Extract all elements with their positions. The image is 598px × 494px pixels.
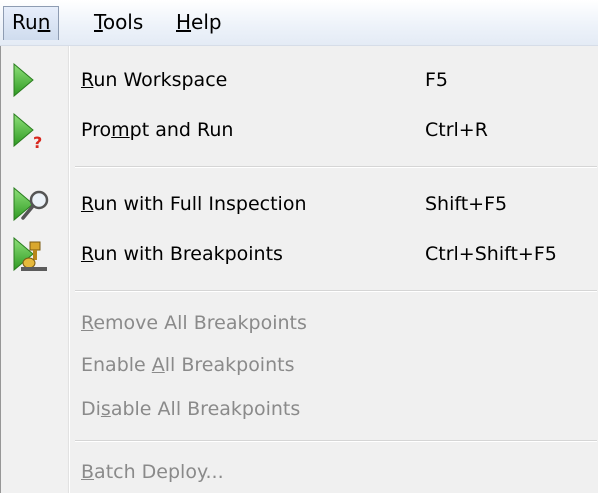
menu-item-shortcut: Ctrl+Shift+F5 (425, 243, 557, 265)
menu-item-shortcut: Ctrl+R (425, 119, 488, 141)
menu-separator (75, 166, 597, 168)
menu-bar: Run Tools Help (0, 0, 598, 46)
menu-tools-label: Tools (94, 10, 144, 34)
menu-item-shortcut: F5 (425, 69, 449, 91)
menu-item-prompt-and-run[interactable]: ? Prompt and Run Ctrl+R (1, 108, 597, 152)
menu-item-label: Prompt and Run (81, 119, 234, 141)
menu-item-run-workspace[interactable]: Run Workspace F5 (1, 58, 597, 102)
menu-run-label: Run (12, 10, 51, 34)
menu-help[interactable]: Help (168, 6, 230, 40)
run-dropdown-menu: Run Workspace F5 ? Prompt and Run Ctrl+R (0, 46, 598, 493)
menu-item-enable-all-breakpoints[interactable]: Enable All Breakpoints (1, 343, 597, 387)
menu-item-label: Run Workspace (81, 69, 228, 91)
menu-item-label: Enable All Breakpoints (81, 354, 295, 376)
menu-item-label: Batch Deploy... (81, 461, 224, 483)
menu-item-run-full-inspection[interactable]: Run with Full Inspection Shift+F5 (1, 182, 597, 226)
menu-separator (75, 290, 597, 292)
menu-item-label: Run with Breakpoints (81, 243, 283, 265)
svg-text:?: ? (33, 133, 42, 148)
menu-item-disable-all-breakpoints[interactable]: Disable All Breakpoints (1, 387, 597, 431)
menu-run[interactable]: Run (3, 6, 60, 40)
menu-item-label: Disable All Breakpoints (81, 398, 301, 420)
menu-item-remove-all-breakpoints[interactable]: Remove All Breakpoints (1, 301, 597, 345)
menu-item-shortcut: Shift+F5 (425, 193, 508, 215)
menu-separator (75, 440, 597, 442)
run-prompt-icon: ? (9, 112, 53, 152)
menu-tools[interactable]: Tools (86, 6, 151, 40)
menu-item-label: Remove All Breakpoints (81, 312, 307, 334)
menu-item-label: Run with Full Inspection (81, 193, 307, 215)
run-triangle-icon (9, 62, 53, 98)
menu-item-batch-deploy[interactable]: Batch Deploy... (1, 450, 597, 494)
menu-help-label: Help (176, 10, 222, 34)
menu-item-run-breakpoints[interactable]: Run with Breakpoints Ctrl+Shift+F5 (1, 232, 597, 276)
run-breakpoints-icon (9, 236, 53, 272)
run-inspect-icon (9, 186, 53, 222)
